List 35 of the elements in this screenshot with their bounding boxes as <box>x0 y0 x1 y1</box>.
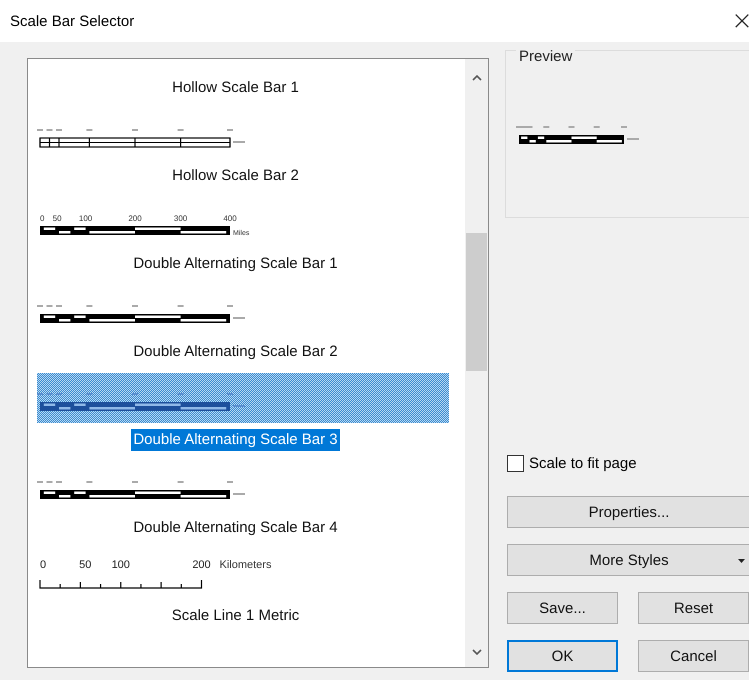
sample-highlight[interactable] <box>37 373 449 423</box>
tick-label: 50 <box>79 559 92 571</box>
style-name[interactable]: Double Alternating Scale Bar 4 <box>131 517 340 539</box>
style-name[interactable]: Double Alternating Scale Bar 1 <box>131 253 340 275</box>
properties-button[interactable]: Properties... <box>507 496 749 528</box>
scrollbar[interactable] <box>465 59 488 667</box>
ok-button[interactable]: OK <box>507 640 618 672</box>
close-button[interactable]: × <box>729 8 749 34</box>
tick-label: 50 <box>52 214 62 223</box>
tick-label: 0 <box>40 559 46 571</box>
checkbox-label: Scale to fit page <box>529 455 637 472</box>
tick-label: 200 <box>128 214 142 223</box>
style-name[interactable]: Double Alternating Scale Bar 2 <box>131 341 340 363</box>
checkbox[interactable] <box>507 455 524 472</box>
caret-icon <box>738 559 745 563</box>
save-button[interactable]: Save... <box>507 592 618 624</box>
tick-label: 200 <box>192 559 211 571</box>
reset-button[interactable]: Reset <box>638 592 749 624</box>
scroll-up-icon[interactable] <box>472 75 482 81</box>
tick-label: 400 <box>223 214 237 223</box>
cancel-button[interactable]: Cancel <box>638 640 749 672</box>
tick-label: 100 <box>112 559 130 571</box>
tick-label: 0 <box>40 214 44 223</box>
window-title: Scale Bar Selector <box>10 12 134 30</box>
style-name[interactable]: Hollow Scale Bar 1 <box>170 77 301 99</box>
tick-label: 300 <box>174 214 188 223</box>
unit-label: Kilometers <box>220 559 272 571</box>
style-name[interactable]: Double Alternating Scale Bar 3 <box>131 429 340 451</box>
scroll-down-icon[interactable] <box>472 649 482 655</box>
more-styles-button[interactable]: More Styles <box>507 544 749 576</box>
scroll-thumb[interactable] <box>466 233 487 371</box>
sample-area[interactable]: 0 50 100 200 Kilometers <box>37 549 449 599</box>
style-name[interactable]: Hollow Scale Bar 2 <box>170 165 301 187</box>
style-name[interactable]: Scale Line 1 Metric <box>170 605 302 627</box>
tick-label: 100 <box>78 214 92 223</box>
